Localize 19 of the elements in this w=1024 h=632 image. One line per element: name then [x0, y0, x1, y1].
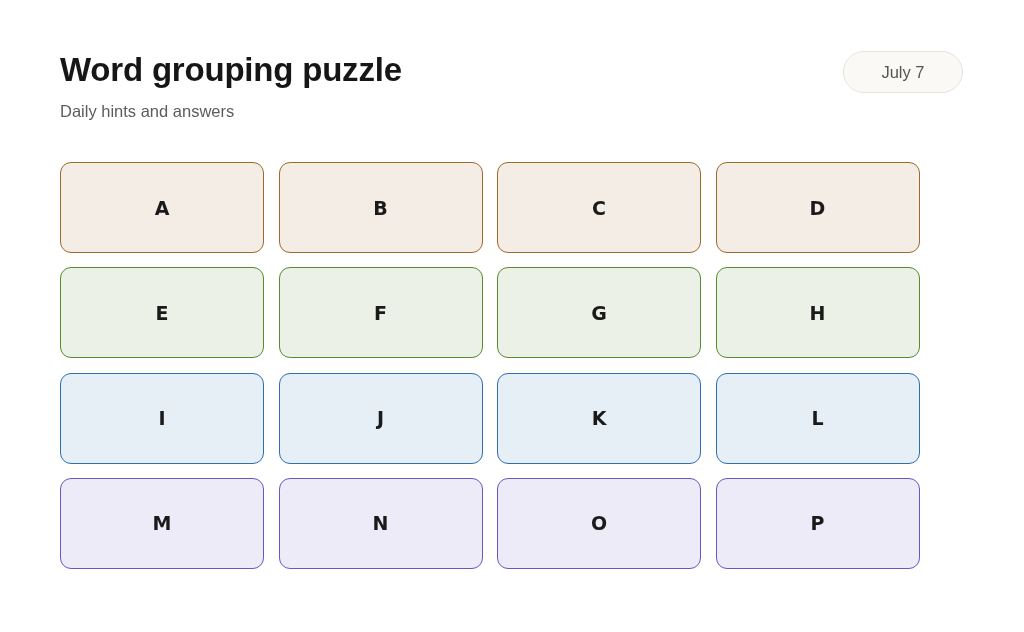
- page-title: Word grouping puzzle: [60, 50, 402, 90]
- word-tile[interactable]: C: [497, 162, 701, 253]
- word-tile[interactable]: D: [715, 162, 920, 253]
- word-tile[interactable]: O: [497, 477, 701, 569]
- word-tile[interactable]: I: [60, 372, 264, 464]
- word-tile[interactable]: M: [60, 477, 264, 569]
- word-tile[interactable]: B: [278, 162, 483, 253]
- word-tile[interactable]: L: [715, 372, 920, 464]
- word-tile[interactable]: H: [715, 267, 920, 359]
- word-tile[interactable]: A: [60, 162, 264, 253]
- word-tile[interactable]: J: [278, 372, 483, 464]
- word-tile[interactable]: N: [278, 477, 483, 569]
- word-tile[interactable]: E: [60, 267, 264, 359]
- word-tile[interactable]: K: [497, 372, 701, 464]
- word-tile[interactable]: P: [715, 477, 920, 569]
- word-tile[interactable]: G: [497, 267, 701, 359]
- page-subtitle: Daily hints and answers: [60, 101, 236, 121]
- word-tile[interactable]: F: [278, 267, 483, 359]
- date-badge: July 7: [843, 51, 963, 93]
